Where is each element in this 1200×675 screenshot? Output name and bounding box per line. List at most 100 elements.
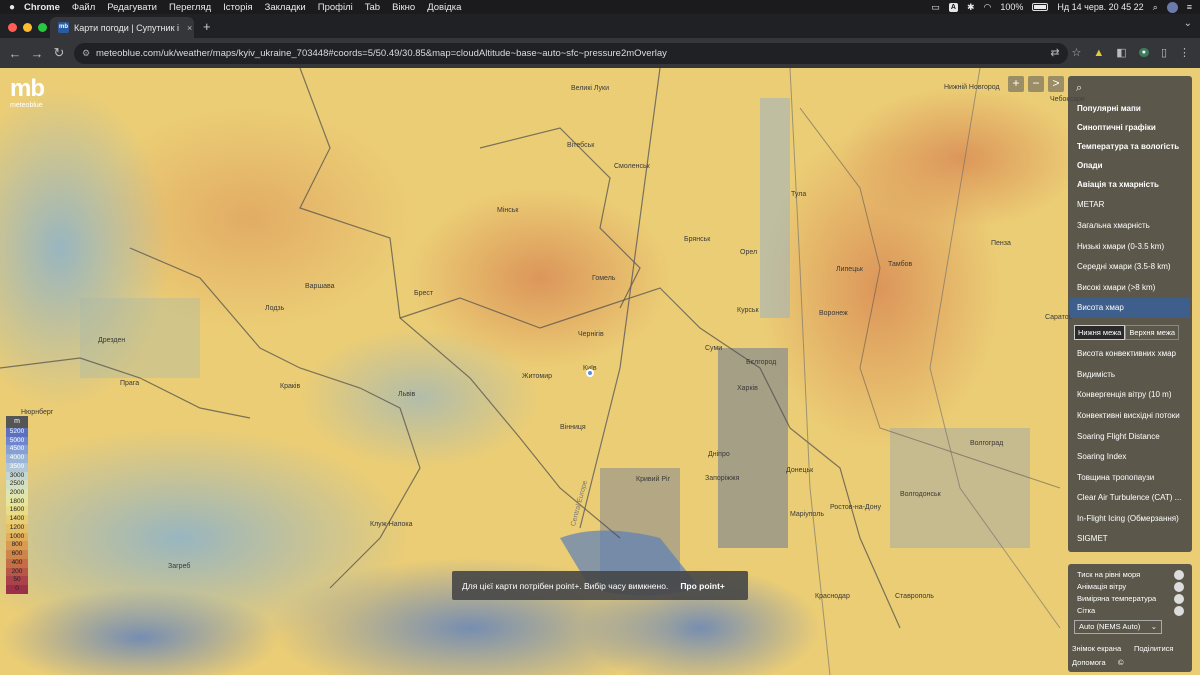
legend-step: 5200 [6,428,28,437]
battery-icon[interactable] [1032,3,1049,11]
layer-item[interactable]: Високі хмари (>8 km) [1077,283,1155,292]
layer-item[interactable]: In-Flight Icing (Обмерзання) [1077,514,1179,523]
tab-search-icon[interactable]: ⌄ [1184,18,1192,29]
layer-item[interactable]: Soaring Flight Distance [1077,432,1160,441]
layer-item[interactable]: Clear Air Turbulence (CAT) ... [1077,493,1181,502]
cloud-bound-toggle: Нижня межа Верхня межа [1074,325,1180,340]
overlay-temp-toggle[interactable] [1174,594,1184,604]
screenshot-link[interactable]: Знімок екрана [1072,644,1121,653]
side-panel-icon[interactable]: ▯ [1161,46,1167,59]
place-label: Ростов-на-Дону [830,504,881,511]
layer-item[interactable]: Низькі хмари (0-3.5 km) [1077,242,1164,251]
close-window-button[interactable] [8,23,17,32]
legend-step: 400 [6,558,28,568]
overlay-pressure-toggle[interactable] [1174,570,1184,580]
layer-item[interactable]: Видимість [1077,370,1115,379]
place-label: Клуж-Напока [370,521,413,528]
layer-panel: ⌕ Популярні мапи Синоптичні графіки Темпер… [1068,76,1192,552]
layer-item[interactable]: Висота хмар [1070,298,1190,318]
tab-strip: mb Карти погоди | Супутник і м × + ⌄ [0,14,1200,38]
layer-item[interactable]: Висота конвективних хмар [1077,349,1176,358]
legend-unit: m [6,416,28,428]
meteoblue-logo[interactable]: mb meteoblue [10,76,50,116]
legend-step: 800 [6,541,28,551]
copyright-link[interactable]: © [1118,658,1124,667]
place-label: Брянськ [684,236,711,243]
input-source-icon[interactable]: A [948,2,958,12]
wifi-icon[interactable]: ◠ [984,2,992,13]
forward-icon[interactable]: → [26,46,48,61]
menu-file[interactable]: Файл [72,2,95,13]
extension-badge-icon[interactable]: ● [1138,48,1149,57]
address-bar[interactable]: ⚙ meteoblue.com/uk/weather/maps/kyiv_ukr… [74,43,1068,64]
legend-step: 1000 [6,532,28,542]
extensions-icon[interactable]: ◧ [1116,46,1126,59]
zoom-in-button[interactable]: + [1008,76,1024,92]
place-label: Воронеж [819,310,848,317]
bluetooth-icon[interactable]: ✱ [967,2,975,13]
control-center-icon[interactable]: ≡ [1187,2,1192,12]
place-label: Дніпро [708,451,730,458]
layer-item[interactable]: Середні хмари (3.5-8 km) [1077,262,1171,271]
legend-step: 5000 [6,436,28,446]
clock[interactable]: Нд 14 черв. 20 45 22 [1057,2,1143,12]
layer-item[interactable]: Конвергенція вітру (10 m) [1077,390,1172,399]
logo-mark: mb [10,75,45,102]
layer-item[interactable]: Soaring Index [1077,452,1126,461]
place-label: Краснодар [815,593,850,600]
about-point-plus-link[interactable]: Про point+ [680,581,725,591]
zoom-out-button[interactable]: − [1028,76,1044,92]
layer-item[interactable]: Конвективні висхідні потоки [1077,411,1180,420]
new-tab-button[interactable]: + [203,19,211,34]
search-icon[interactable]: ⌕ [1076,82,1082,95]
layer-item[interactable]: Авіація та хмарність [1077,180,1159,189]
menu-history[interactable]: Історія [223,2,252,13]
upper-bound-button[interactable]: Верхня межа [1125,325,1180,340]
menu-kebab-icon[interactable]: ⋮ [1179,46,1190,59]
selected-location-marker[interactable] [586,369,594,377]
apple-icon[interactable]: ● [0,2,24,13]
screen-share-icon[interactable]: ▭ [931,2,940,13]
legend-step: 1200 [6,523,28,533]
fullscreen-window-button[interactable] [38,23,47,32]
browser-tab[interactable]: mb Карти погоди | Супутник і м × [50,17,194,38]
help-link[interactable]: Допомога [1072,658,1106,667]
share-link[interactable]: Поділитися [1134,644,1173,653]
menu-window[interactable]: Вікно [392,2,415,13]
menu-view[interactable]: Перегляд [169,2,211,13]
overlay-wind-toggle[interactable] [1174,582,1184,592]
user-avatar-icon[interactable] [1166,1,1178,13]
site-info-icon[interactable]: ⚙ [82,48,90,59]
layer-item[interactable]: Синоптичні графіки [1077,123,1156,132]
back-icon[interactable]: ← [4,46,26,61]
layer-item[interactable]: Опади [1077,161,1103,170]
translate-icon[interactable]: ⇄ [1050,46,1059,59]
legend-steps: 5200 5000 4500 4000 3500 3000 2500 2000 1800 1600… [6,428,28,594]
layer-item[interactable]: Загальна хмарність [1077,221,1150,230]
menu-chrome[interactable]: Chrome [24,2,60,13]
layer-item[interactable]: METAR [1077,200,1104,209]
chevron-down-icon: ⌄ [1150,622,1157,631]
layer-item[interactable]: Товщина тропопаузи [1077,473,1154,482]
overlay-grid-toggle[interactable] [1174,606,1184,616]
spotlight-icon[interactable]: ⌕ [1153,2,1158,13]
time-forward-button[interactable]: > [1048,76,1064,92]
overlay-pressure-label: Тиск на рівні моря [1077,570,1141,579]
menu-help[interactable]: Довідка [427,2,461,13]
layer-item[interactable]: Популярні мапи [1077,104,1141,113]
menu-edit[interactable]: Редагувати [107,2,157,13]
reload-icon[interactable]: ↻ [48,45,70,61]
weather-map[interactable]: mb meteoblue + − > Великі Луки Нижній Нов… [0,68,1200,675]
layer-item[interactable]: Температура та вологість [1077,142,1179,151]
place-label: Вітебськ [567,142,595,149]
lower-bound-button[interactable]: Нижня межа [1074,325,1126,340]
model-select[interactable]: Auto (NEMS Auto) ⌄ [1074,620,1162,634]
bookmark-star-icon[interactable]: ☆ [1072,46,1082,59]
tab-close-icon[interactable]: × [187,23,192,33]
menu-bookmarks[interactable]: Закладки [265,2,306,13]
layer-item[interactable]: SIGMET [1077,534,1108,543]
menu-profiles[interactable]: Профілі [318,2,353,13]
minimize-window-button[interactable] [23,23,32,32]
warning-icon[interactable]: ▲ [1093,47,1104,59]
menu-tab[interactable]: Tab [365,2,380,13]
